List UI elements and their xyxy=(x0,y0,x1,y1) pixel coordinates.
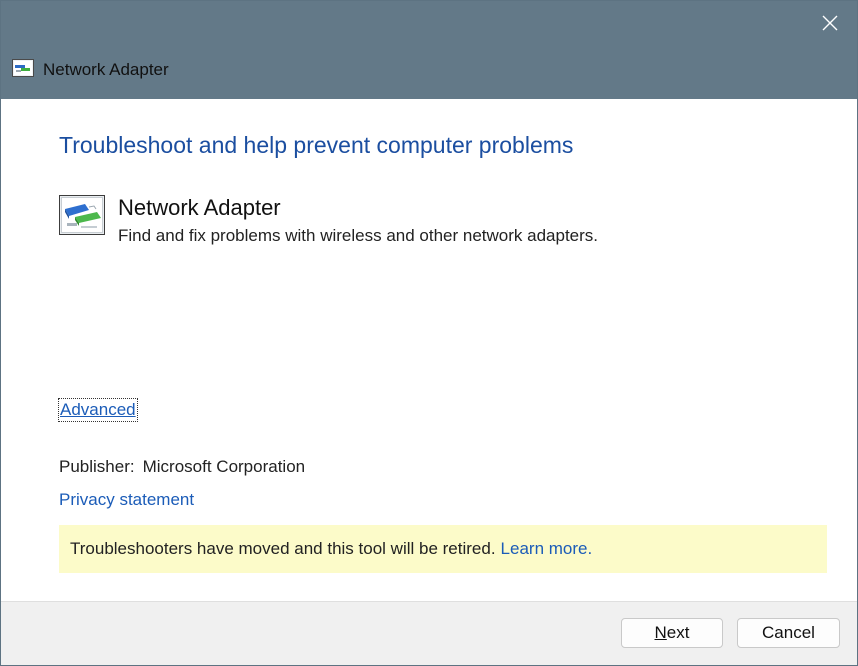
cancel-button[interactable]: Cancel xyxy=(737,618,840,648)
tool-name: Network Adapter xyxy=(118,195,281,220)
next-label-rest: ext xyxy=(666,623,690,642)
network-adapter-icon xyxy=(12,59,34,77)
network-adapter-icon xyxy=(59,195,105,235)
title-bar: Network Adapter xyxy=(1,1,857,99)
advanced-link[interactable]: Advanced xyxy=(58,398,138,422)
publisher-label: Publisher: xyxy=(59,457,135,476)
next-button[interactable]: Next xyxy=(621,618,723,648)
retirement-notice: Troubleshooters have moved and this tool… xyxy=(59,525,827,573)
content-area: Troubleshoot and help prevent computer p… xyxy=(1,99,857,601)
button-bar: Next Cancel xyxy=(1,601,857,665)
learn-more-link[interactable]: Learn more. xyxy=(501,539,593,558)
troubleshooter-window: Network Adapter Troubleshoot and help pr… xyxy=(0,0,858,666)
page-heading: Troubleshoot and help prevent computer p… xyxy=(59,132,574,158)
window-title: Network Adapter xyxy=(43,60,169,79)
tool-description: Find and fix problems with wireless and … xyxy=(118,226,599,245)
next-mnemonic: N xyxy=(654,623,667,642)
close-icon xyxy=(822,15,838,31)
notice-text: Troubleshooters have moved and this tool… xyxy=(70,538,592,560)
publisher-value: Microsoft Corporation xyxy=(142,457,306,476)
notice-message: Troubleshooters have moved and this tool… xyxy=(70,539,496,558)
close-button[interactable] xyxy=(803,1,857,45)
publisher-info: Publisher: Microsoft Corporation xyxy=(59,456,305,478)
privacy-statement-link[interactable]: Privacy statement xyxy=(59,489,194,511)
